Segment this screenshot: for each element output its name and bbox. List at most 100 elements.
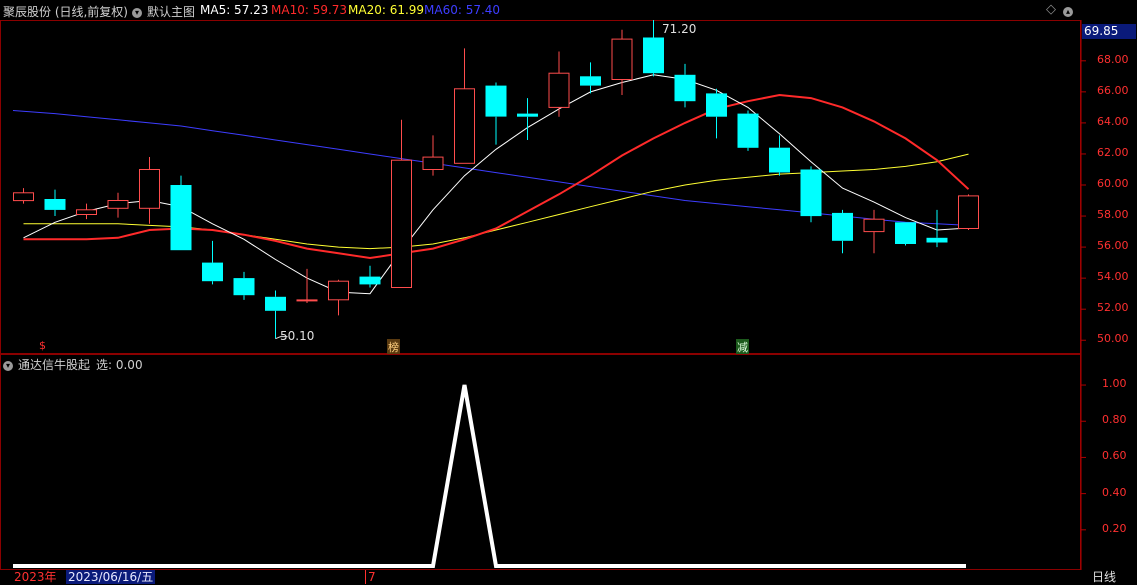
candlestick — [485, 82, 507, 145]
chart-title-bar: 聚辰股份 (日线,前复权) ▾ 默认主图 MA5: 57.23 MA10: 59… — [0, 0, 1080, 20]
candle-body-down — [737, 113, 759, 148]
candlestick — [328, 279, 349, 316]
current-price-box: 69.85 — [1082, 24, 1136, 39]
candlestick — [895, 222, 916, 246]
stock-title[interactable]: 聚辰股份 (日线,前复权) — [3, 3, 128, 20]
marker-jian[interactable]: 减 — [736, 339, 749, 355]
candle-body-down — [170, 185, 192, 251]
price-tick-label: 68.00 — [1097, 53, 1129, 66]
ma20-value: MA20: 61.99 — [348, 3, 425, 17]
candlestick — [737, 110, 759, 151]
candlestick — [233, 271, 255, 300]
candlestick — [706, 88, 727, 139]
candlestick — [422, 135, 444, 176]
candle-body-down — [265, 296, 286, 311]
candle-body-down — [580, 76, 601, 86]
candle-body-down — [44, 199, 66, 210]
indicator-tick-label: 1.00 — [1102, 377, 1127, 390]
candle-body-down — [517, 113, 538, 117]
ma5-value: MA5: 57.23 — [200, 3, 269, 17]
candle-body-up — [391, 159, 412, 288]
ma60-value: MA60: 57.40 — [424, 3, 501, 17]
candle-body-down — [643, 37, 664, 74]
candle-body-up — [548, 72, 570, 108]
price-tick-label: 58.00 — [1097, 208, 1129, 221]
month-marker: 7 — [365, 570, 376, 584]
candlestick — [170, 175, 192, 251]
price-chart[interactable] — [0, 20, 1137, 354]
candle-body-down — [674, 74, 696, 102]
price-tick-label: 62.00 — [1097, 146, 1129, 159]
indicator-tick-label: 0.60 — [1102, 449, 1127, 462]
candlestick — [454, 48, 475, 164]
candlestick — [958, 194, 979, 231]
price-tick-label: 60.00 — [1097, 177, 1129, 190]
candle-body-down — [926, 237, 948, 243]
date-axis: 2023年 2023/06/16/五 7 日线 — [0, 570, 1137, 585]
indicator-chart[interactable] — [0, 354, 1137, 570]
candle-body-down — [800, 169, 822, 217]
marker-s[interactable]: $ — [39, 339, 46, 352]
period-label[interactable]: 日线 — [1092, 570, 1116, 584]
price-tick-label: 56.00 — [1097, 239, 1129, 252]
indicator-line — [13, 384, 966, 568]
candle-body-down — [202, 262, 223, 282]
candle-body-up — [107, 200, 129, 209]
indicator-tick-label: 0.80 — [1102, 413, 1127, 426]
candle-body-down — [832, 212, 853, 241]
candlestick — [517, 98, 538, 140]
candlestick — [548, 51, 570, 117]
candlestick — [359, 265, 381, 288]
ma20-line — [23, 153, 969, 250]
main-chart-toggle-icon[interactable]: ▾ — [132, 3, 142, 18]
year-label: 2023年 — [14, 570, 57, 584]
price-tick-label: 66.00 — [1097, 84, 1129, 97]
candlestick — [13, 188, 34, 204]
candle-body-up — [454, 88, 475, 164]
price-axis: 69.85 68.00 66.00 64.00 62.00 60.00 58.00 56.00… — [1082, 20, 1137, 354]
indicator-axis: 1.00 0.80 0.60 0.40 0.20 — [1082, 354, 1137, 570]
candle-body-down — [706, 93, 727, 117]
cursor-date: 2023/06/16/五 — [66, 570, 156, 584]
candlestick — [832, 209, 853, 254]
candle-body-down — [769, 147, 790, 173]
main-chart-label[interactable]: 默认主图 — [147, 3, 195, 20]
candlestick — [202, 240, 223, 285]
price-tick-label: 52.00 — [1097, 301, 1129, 314]
candle-body-up — [422, 156, 444, 171]
candlestick — [800, 166, 822, 223]
candle-body-down — [485, 85, 507, 117]
marker-bang[interactable]: 榜 — [387, 339, 400, 355]
price-tick-label: 50.00 — [1097, 332, 1129, 345]
ma10-value: MA10: 59.73 — [271, 3, 348, 17]
candlestick — [580, 62, 601, 94]
candlestick — [139, 157, 160, 224]
candlestick — [391, 119, 412, 288]
candle-body-up — [611, 38, 633, 81]
indicator-frame — [0, 354, 1081, 570]
candlestick — [674, 63, 696, 108]
candle-body-down — [359, 276, 381, 285]
candlestick — [44, 189, 66, 217]
candlestick — [76, 203, 97, 220]
candle-body-up — [139, 169, 160, 209]
low-price-label: 50.10 — [280, 329, 315, 343]
candle-body-up — [13, 192, 34, 202]
candlestick — [863, 209, 885, 254]
indicator-tick-label: 0.40 — [1102, 486, 1127, 499]
candle-body-up — [328, 280, 349, 301]
candle-body-up — [76, 209, 97, 216]
collapse-icon[interactable]: ▴ — [1063, 2, 1073, 17]
price-tick-label: 54.00 — [1097, 270, 1129, 283]
candle-body-down — [895, 222, 916, 244]
price-tick-label: 64.00 — [1097, 115, 1129, 128]
diamond-icon[interactable]: ◇ — [1046, 2, 1056, 17]
candlestick — [107, 192, 129, 218]
high-price-label: 71.20 — [662, 22, 697, 36]
candle-body-down — [233, 278, 255, 296]
candlestick — [611, 29, 633, 95]
candle-body-up — [958, 195, 979, 229]
main-chart-frame — [0, 20, 1081, 354]
candle-body-up — [863, 218, 885, 233]
candlestick — [769, 135, 790, 176]
